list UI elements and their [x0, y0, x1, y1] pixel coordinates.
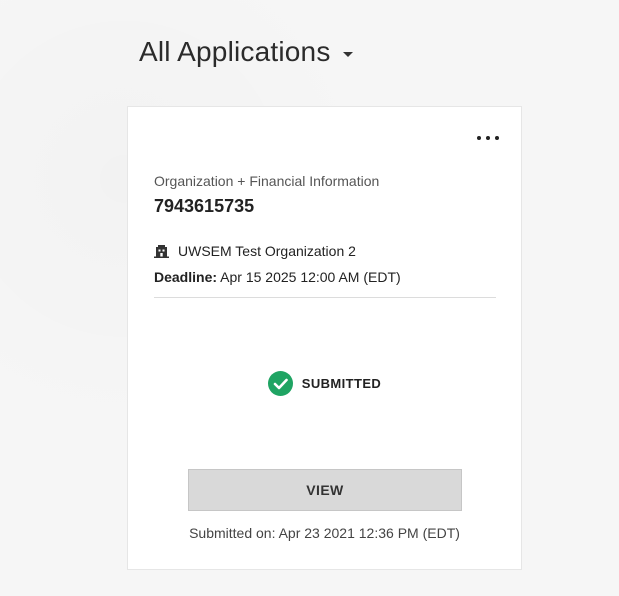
application-id: 7943615735 — [154, 196, 255, 216]
applications-filter-dropdown[interactable]: All Applications — [139, 36, 353, 68]
status-indicator: SUBMITTED — [128, 371, 521, 396]
page: All Applications Organization + Financia… — [0, 0, 619, 596]
application-card: Organization + Financial Information 794… — [127, 106, 522, 570]
building-icon — [154, 245, 169, 258]
check-circle-icon — [267, 371, 293, 396]
more-dot-icon — [486, 136, 490, 140]
caret-down-icon — [342, 52, 353, 57]
more-dot-icon — [477, 136, 481, 140]
more-options-button[interactable] — [477, 131, 499, 145]
more-dot-icon — [495, 136, 499, 140]
divider — [154, 297, 496, 298]
deadline-value: Apr 15 2025 12:00 AM (EDT) — [220, 269, 401, 285]
page-title: All Applications — [139, 36, 331, 67]
submitted-on: Submitted on: Apr 23 2021 12:36 PM (EDT) — [189, 525, 460, 541]
status-label: SUBMITTED — [301, 376, 382, 391]
organization-row: UWSEM Test Organization 2 — [154, 243, 356, 259]
view-button[interactable]: VIEW — [188, 469, 462, 511]
organization-name: UWSEM Test Organization 2 — [178, 243, 356, 259]
application-type: Organization + Financial Information — [154, 173, 380, 189]
deadline-label: Deadline: — [154, 269, 218, 285]
deadline: Deadline: Apr 15 2025 12:00 AM (EDT) — [154, 269, 401, 285]
